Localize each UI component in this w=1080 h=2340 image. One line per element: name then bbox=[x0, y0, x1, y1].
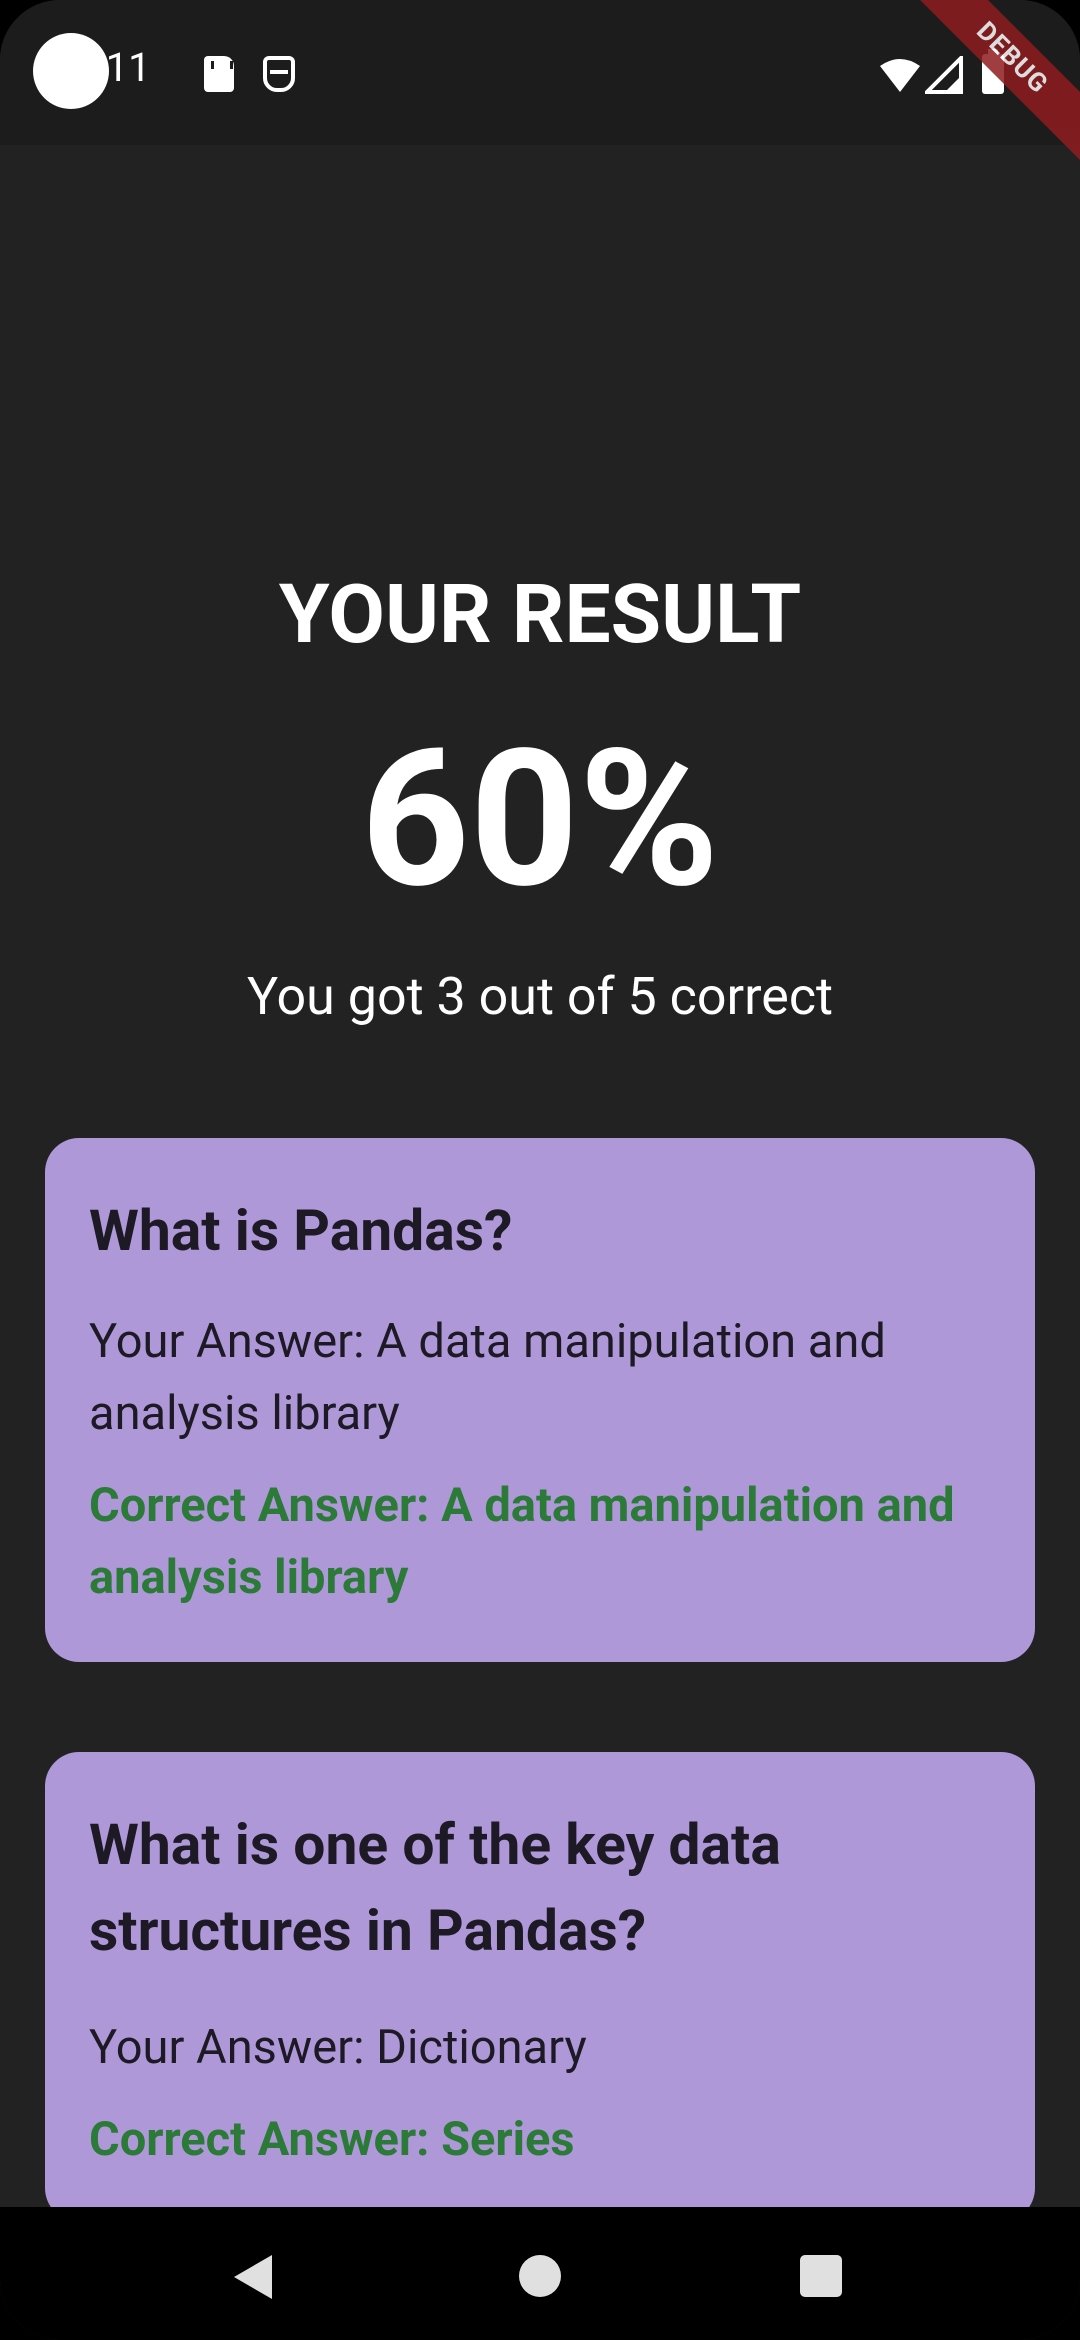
answer-card: What is one of the key data structures i… bbox=[45, 1752, 1035, 2222]
recents-icon[interactable] bbox=[800, 2255, 842, 2297]
result-screen: :11 DEBUG YOUR RESULT 60% You got 3 out … bbox=[0, 0, 1080, 2340]
user-answer-text: Your Answer: Dictionary bbox=[89, 2020, 587, 2075]
question-text: What is Pandas? bbox=[89, 1197, 513, 1264]
user-answer-text: Your Answer: A data manipulation and ana… bbox=[89, 1314, 886, 1441]
correct-answer-text: Correct Answer: A data manipulation and … bbox=[89, 1478, 955, 1605]
sd-card-icon bbox=[204, 56, 234, 92]
wifi-icon bbox=[880, 59, 920, 92]
home-icon[interactable] bbox=[519, 2255, 561, 2297]
status-time: :11 bbox=[96, 44, 151, 91]
result-percentage: 60% bbox=[360, 709, 720, 931]
robot-icon bbox=[263, 56, 295, 92]
result-title: YOUR RESULT bbox=[278, 567, 802, 663]
answer-card: What is Pandas? Your Answer: A data mani… bbox=[45, 1138, 1035, 1662]
signal-icon bbox=[925, 56, 963, 94]
navigation-bar bbox=[0, 2207, 1080, 2340]
correct-answer-text: Correct Answer: Series bbox=[89, 2112, 575, 2167]
status-bar: :11 DEBUG bbox=[0, 0, 1080, 167]
back-icon[interactable] bbox=[234, 2255, 272, 2299]
question-text: What is one of the key data structures i… bbox=[89, 1811, 781, 1964]
result-summary: You got 3 out of 5 correct bbox=[246, 966, 834, 1027]
